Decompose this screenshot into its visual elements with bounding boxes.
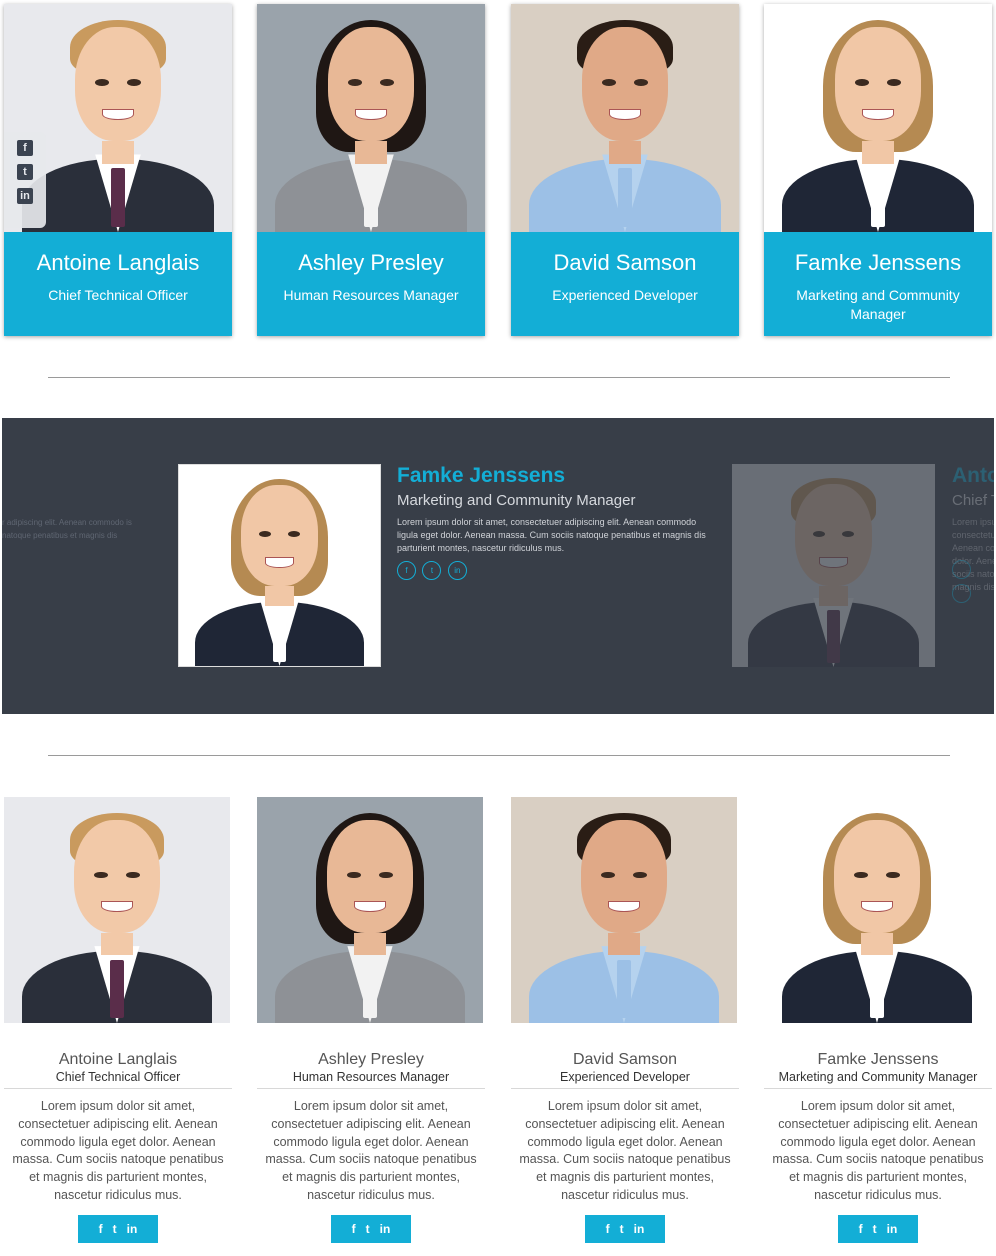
- card-divider: [4, 1088, 232, 1089]
- facebook-icon: [952, 560, 971, 579]
- member-name: Famke Jenssens: [817, 1051, 939, 1068]
- member-photo: [764, 797, 990, 1023]
- linkedin-icon[interactable]: in: [380, 1215, 391, 1243]
- slider-member-bio: Lorem ipsum dolor sit amet, consectetuer…: [397, 517, 706, 553]
- member-role: Human Resources Manager: [283, 287, 459, 303]
- member-name: Antoine Langlais: [58, 1051, 178, 1068]
- member-info-panel: Antoine Langlais Chief Technical Officer: [4, 232, 232, 336]
- section-divider: [48, 755, 950, 756]
- member-role: Marketing and Community Manager: [796, 287, 960, 322]
- card-divider: [764, 1088, 992, 1089]
- linkedin-icon[interactable]: in: [17, 188, 33, 204]
- linkedin-icon[interactable]: in: [127, 1215, 138, 1243]
- member-role: Marketing and Community Manager: [778, 1070, 978, 1084]
- linkedin-icon[interactable]: in: [634, 1215, 645, 1243]
- facebook-icon[interactable]: f: [397, 561, 416, 580]
- slider-social-links: f t in: [397, 560, 469, 580]
- linkedin-icon[interactable]: in: [447, 561, 467, 580]
- facebook-icon[interactable]: f: [352, 1215, 356, 1243]
- twitter-icon[interactable]: t: [17, 164, 33, 180]
- slider-member-name: Famke Jenssens: [397, 464, 566, 487]
- twitter-icon[interactable]: t: [366, 1215, 370, 1243]
- slider-next-photo[interactable]: [732, 464, 935, 667]
- linkedin-icon[interactable]: in: [887, 1215, 898, 1243]
- member-role: Experienced Developer: [560, 1070, 690, 1084]
- member-info-panel: David Samson Experienced Developer: [511, 232, 739, 336]
- member-role: Chief Technical Officer: [48, 287, 188, 303]
- social-links-bar: f t in: [585, 1214, 665, 1243]
- twitter-icon[interactable]: t: [873, 1215, 877, 1243]
- member-bio: Lorem ipsum dolor sit amet, consectetuer…: [519, 1099, 731, 1202]
- member-info-panel: Ashley Presley Human Resources Manager: [257, 232, 485, 336]
- slider-next-name: Antoine Langlais: [952, 464, 994, 487]
- facebook-icon[interactable]: f: [859, 1215, 863, 1243]
- member-photo: [511, 4, 739, 232]
- slider-prev-bio: r adipiscing elit. Aenean commodo is nat…: [2, 518, 132, 540]
- member-bio: Lorem ipsum dolor sit amet, consectetuer…: [12, 1099, 224, 1202]
- facebook-icon[interactable]: f: [99, 1215, 103, 1243]
- social-links-bar: f t in: [78, 1214, 158, 1243]
- twitter-icon[interactable]: t: [422, 561, 442, 580]
- team-bio-card: Antoine Langlais Chief Technical Officer L…: [4, 797, 232, 1243]
- member-name: Ashley Presley: [318, 1051, 424, 1068]
- social-links-bar: f t in: [331, 1214, 411, 1243]
- member-role: Experienced Developer: [552, 287, 698, 303]
- twitter-icon: [952, 584, 971, 603]
- team-bio-card: David Samson Experienced Developer Lorem i…: [511, 797, 739, 1243]
- member-role: Chief Technical Officer: [55, 1070, 181, 1084]
- slider-member-role: Marketing and Community Manager: [397, 492, 636, 509]
- member-name: David Samson: [553, 250, 697, 275]
- slider-next-social: [952, 560, 994, 608]
- facebook-icon[interactable]: f: [606, 1215, 610, 1243]
- card-divider: [257, 1088, 485, 1089]
- team-bio-card: Famke Jenssens Marketing and Community Ma…: [764, 797, 992, 1243]
- section-divider: [48, 377, 950, 378]
- member-info-panel: Famke Jenssens Marketing and Community Ma…: [764, 232, 992, 336]
- member-name: Famke Jenssens: [794, 250, 962, 275]
- member-photo: [511, 797, 737, 1023]
- member-name: David Samson: [572, 1051, 678, 1068]
- team-slider[interactable]: r adipiscing elit. Aenean commodo is nat…: [2, 418, 994, 714]
- team-bio-card: Ashley Presley Human Resources Manager Lor…: [257, 797, 485, 1243]
- overlay-social-links: f t in: [4, 132, 46, 228]
- member-photo: [4, 797, 230, 1023]
- team-card[interactable]: Ashley Presley Human Resources Manager: [257, 4, 485, 336]
- slider-member-photo: [178, 464, 381, 667]
- card-divider: [511, 1088, 739, 1089]
- social-links-bar: f t in: [838, 1214, 918, 1243]
- team-card[interactable]: Famke Jenssens Marketing and Community Ma…: [764, 4, 992, 336]
- member-name: Ashley Presley: [298, 250, 444, 275]
- member-photo: [257, 4, 485, 232]
- twitter-icon[interactable]: t: [620, 1215, 624, 1243]
- team-card[interactable]: David Samson Experienced Developer: [511, 4, 739, 336]
- facebook-icon[interactable]: f: [17, 140, 33, 156]
- member-role: Human Resources Manager: [292, 1070, 450, 1084]
- member-bio: Lorem ipsum dolor sit amet, consectetuer…: [772, 1099, 984, 1202]
- member-bio: Lorem ipsum dolor sit amet, consectetuer…: [265, 1099, 477, 1202]
- slider-next-role: Chief Technical Officer: [952, 492, 994, 509]
- member-photo: [257, 797, 483, 1023]
- twitter-icon[interactable]: t: [113, 1215, 117, 1243]
- member-photo: [764, 4, 992, 232]
- member-name: Antoine Langlais: [36, 250, 200, 275]
